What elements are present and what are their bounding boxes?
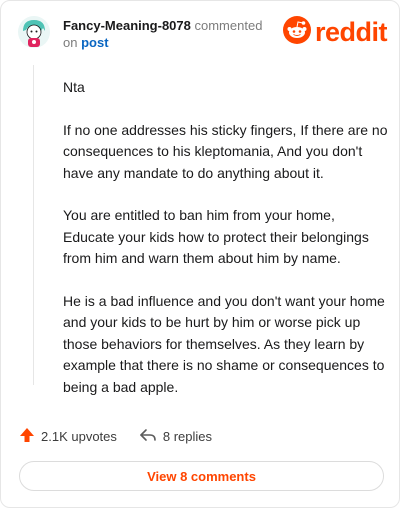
upvote-arrow-icon bbox=[19, 427, 41, 446]
comment-paragraph: If no one addresses his sticky fingers, … bbox=[63, 121, 388, 181]
upvote-count: 2.1K upvotes bbox=[41, 428, 117, 444]
avatar[interactable] bbox=[17, 15, 51, 49]
username[interactable]: Fancy-Meaning-8078 bbox=[63, 18, 191, 33]
replies-count: 8 replies bbox=[162, 428, 213, 444]
post-link[interactable]: post bbox=[81, 35, 108, 50]
comment-body: Nta If no one addresses his sticky finge… bbox=[63, 77, 388, 419]
reddit-logo[interactable]: reddit bbox=[282, 15, 388, 49]
comment-paragraph: He is a bad influence and you don't want… bbox=[63, 292, 385, 395]
reddit-snoo-icon bbox=[282, 15, 311, 49]
comment-paragraph: You are entitled to ban him from your ho… bbox=[63, 207, 369, 266]
comment-meta: Fancy-Meaning-8078 commented on post bbox=[63, 17, 293, 51]
comment-header: Fancy-Meaning-8078 commented on post red… bbox=[17, 15, 388, 55]
comment-card: Fancy-Meaning-8078 commented on post red… bbox=[0, 0, 400, 508]
comment-paragraph: Nta bbox=[63, 79, 85, 95]
thread-line[interactable] bbox=[33, 65, 34, 385]
replies-button[interactable]: 8 replies bbox=[139, 427, 212, 446]
action-text: commented bbox=[194, 18, 263, 33]
view-comments-button[interactable]: View 8 comments bbox=[19, 461, 384, 491]
reply-arrow-icon bbox=[139, 427, 163, 446]
on-text: on bbox=[63, 35, 78, 50]
upvote-button[interactable]: 2.1K upvotes bbox=[19, 427, 117, 446]
comment-actions: 2.1K upvotes 8 replies bbox=[19, 425, 234, 447]
reddit-wordmark: reddit bbox=[314, 16, 388, 47]
